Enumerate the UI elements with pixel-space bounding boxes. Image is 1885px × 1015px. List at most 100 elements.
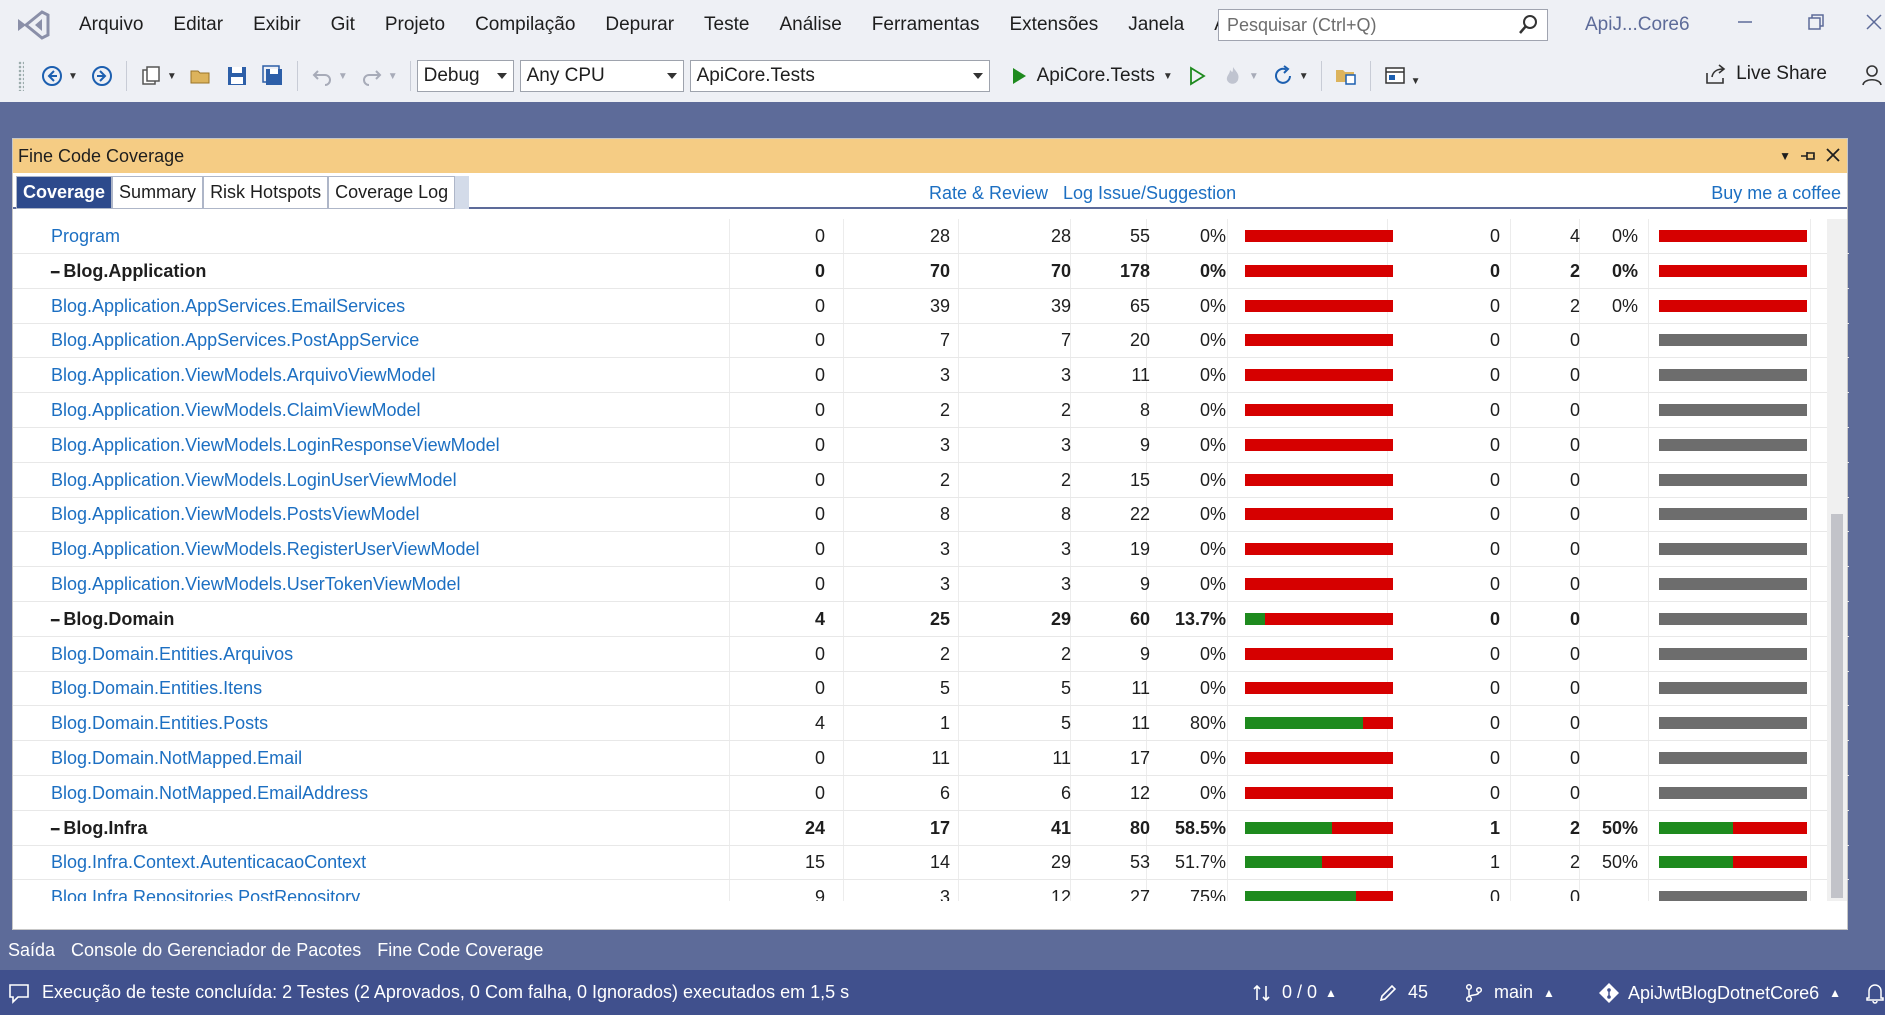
browser-window-icon[interactable] [1382,63,1408,89]
class-name-link[interactable]: Blog.Application.AppServices.EmailServic… [51,289,405,323]
solution-platform-select[interactable]: Any CPU [519,60,684,92]
class-name-link[interactable]: Blog.Infra.Context.AutenticacaoContext [51,845,366,879]
class-name-link[interactable]: Blog.Infra.Repositories.PostRepository [51,880,360,901]
collapse-toggle-icon[interactable]: ━ [51,821,63,837]
navigate-forward-icon[interactable] [89,63,115,89]
assembly-row[interactable]: ━ Blog.Infra 24 17 41 80 58.5% 1 2 50% [13,811,1849,846]
start-debugging-label[interactable]: ApiCore.Tests [1037,65,1155,87]
hot-reload-dropdown-icon[interactable]: ▼ [1249,71,1259,82]
open-folder-icon[interactable] [188,63,214,89]
assembly-name[interactable]: ━ Blog.Infra [51,811,147,845]
navigate-back-dropdown-icon[interactable]: ▼ [68,71,78,82]
class-row[interactable]: Blog.Application.ViewModels.RegisterUser… [13,532,1849,568]
notifications-icon[interactable] [8,982,30,1004]
scrollbar-thumb[interactable] [1831,514,1843,898]
live-share-button[interactable]: Live Share [1704,63,1827,85]
class-row[interactable]: Blog.Application.AppServices.EmailServic… [13,289,1849,324]
menu-depurar[interactable]: Depurar [590,14,689,36]
start-debugging-dropdown-icon[interactable]: ▼ [1163,71,1173,82]
refresh-icon[interactable] [1270,63,1296,89]
account-icon[interactable] [1861,64,1883,86]
tab-coverage[interactable]: Coverage [16,176,113,209]
git-branch-status[interactable]: main ▲ [1464,982,1555,1003]
class-name-link[interactable]: Blog.Domain.Entities.Arquivos [51,637,293,671]
menu-compilacao[interactable]: Compilação [460,14,590,36]
rate-review-link[interactable]: Rate & Review [929,183,1048,204]
class-name-link[interactable]: Blog.Domain.NotMapped.EmailAddress [51,776,368,810]
menu-ferramentas[interactable]: Ferramentas [857,14,995,36]
menu-git[interactable]: Git [316,14,370,36]
class-row[interactable]: Blog.Infra.Context.AutenticacaoContext 15… [13,845,1849,881]
assembly-row[interactable]: ━ Blog.Application 0 70 70 178 0% 0 2 0% [13,254,1849,289]
window-position-dropdown-icon[interactable]: ▼ [1779,149,1791,163]
tab-summary[interactable]: Summary [112,176,204,209]
class-row[interactable]: Blog.Domain.NotMapped.Email 0 11 11 17 0% 0 0 [13,741,1849,776]
toolbar-options-dropdown-icon[interactable]: ▼ [1411,76,1421,87]
class-name-link[interactable]: Blog.Application.AppServices.PostAppServ… [51,323,419,357]
collapse-toggle-icon[interactable]: ━ [51,264,63,280]
menu-arquivo[interactable]: Arquivo [64,14,158,36]
assembly-row[interactable]: ━ Blog.Domain 4 25 29 60 13.7% 0 0 [13,602,1849,637]
class-name-link[interactable]: Blog.Domain.NotMapped.Email [51,741,302,775]
class-name-link[interactable]: Blog.Application.ViewModels.RegisterUser… [51,532,480,566]
save-all-icon[interactable] [260,63,286,89]
log-issue-link[interactable]: Log Issue/Suggestion [1063,183,1236,204]
start-debugging-icon[interactable] [1006,63,1032,89]
menu-extensoes[interactable]: Extensões [995,14,1114,36]
menu-projeto[interactable]: Projeto [370,14,460,36]
class-name-link[interactable]: Blog.Application.ViewModels.LoginRespons… [51,428,500,462]
visual-studio-logo-icon[interactable] [16,10,50,40]
folder-compare-icon[interactable] [1333,63,1359,89]
new-project-icon[interactable] [138,63,164,89]
tab-saida[interactable]: Saída [0,940,63,961]
collapse-toggle-icon[interactable]: ━ [51,612,63,628]
navigate-back-icon[interactable] [39,63,65,89]
class-row[interactable]: Blog.Application.ViewModels.UserTokenVie… [13,567,1849,602]
class-row[interactable]: Program 0 28 28 55 0% 0 4 0% [13,219,1849,254]
class-row[interactable]: Blog.Application.ViewModels.LoginUserVie… [13,463,1849,498]
class-name-link[interactable]: Blog.Domain.Entities.Itens [51,671,262,705]
class-name-link[interactable]: Blog.Application.ViewModels.ClaimViewMod… [51,393,421,427]
class-row[interactable]: Blog.Application.ViewModels.PostsViewMod… [13,497,1849,533]
menu-janela[interactable]: Janela [1113,14,1199,36]
class-row[interactable]: Blog.Domain.NotMapped.EmailAddress 0 6 6 12 0… [13,776,1849,811]
menu-editar[interactable]: Editar [158,14,238,36]
class-name-link[interactable]: Blog.Application.ViewModels.ArquivoViewM… [51,358,436,392]
git-sync-status[interactable]: 0 / 0 ▲ [1252,982,1337,1003]
undo-dropdown-icon[interactable]: ▼ [338,71,348,82]
save-icon[interactable] [224,63,250,89]
class-row[interactable]: Blog.Infra.Repositories.PostRepository 9 3… [13,880,1849,901]
class-name-link[interactable]: Blog.Application.ViewModels.LoginUserVie… [51,463,457,497]
notification-bell-icon[interactable] [1865,982,1885,1004]
menu-analise[interactable]: Análise [764,14,856,36]
undo-icon[interactable] [309,63,335,89]
minimize-icon[interactable] [1735,12,1755,32]
class-row[interactable]: Blog.Application.ViewModels.ClaimViewMod… [13,393,1849,428]
start-without-debugging-icon[interactable] [1184,63,1210,89]
assembly-name[interactable]: ━ Blog.Application [51,254,206,288]
pending-changes-status[interactable]: 45 [1378,982,1428,1003]
git-repository-status[interactable]: ApiJwtBlogDotnetCore6 ▲ [1598,982,1841,1004]
class-row[interactable]: Blog.Domain.Entities.Itens 0 5 5 11 0% 0 0 [13,671,1849,707]
class-row[interactable]: Blog.Domain.Entities.Arquivos 0 2 2 9 0% 0 0 [13,637,1849,672]
hot-reload-icon[interactable] [1220,63,1246,89]
buy-coffee-link[interactable]: Buy me a coffee [1711,183,1841,204]
class-row[interactable]: Blog.Application.ViewModels.ArquivoViewM… [13,358,1849,394]
class-row[interactable]: Blog.Domain.Entities.Posts 4 1 5 11 80% 0 0 [13,706,1849,742]
tab-coverage-log[interactable]: Coverage Log [328,176,456,209]
search-input[interactable]: Pesquisar (Ctrl+Q) [1218,9,1548,41]
close-window-icon[interactable] [1864,12,1884,32]
class-row[interactable]: Blog.Application.AppServices.PostAppServ… [13,323,1849,359]
tab-fine-code-coverage[interactable]: Fine Code Coverage [369,939,552,961]
tab-risk-hotspots[interactable]: Risk Hotspots [203,176,329,209]
tab-package-manager-console[interactable]: Console do Gerenciador de Pacotes [63,940,369,961]
new-project-dropdown-icon[interactable]: ▼ [167,71,177,82]
redo-icon[interactable] [359,63,385,89]
tool-window-title-bar[interactable]: Fine Code Coverage ▼ [13,139,1847,173]
menu-teste[interactable]: Teste [689,14,764,36]
close-icon[interactable] [1825,147,1841,163]
redo-dropdown-icon[interactable]: ▼ [388,71,398,82]
pin-icon[interactable] [1799,148,1817,164]
class-name-link[interactable]: Blog.Application.ViewModels.PostsViewMod… [51,497,420,531]
menu-exibir[interactable]: Exibir [238,14,316,36]
